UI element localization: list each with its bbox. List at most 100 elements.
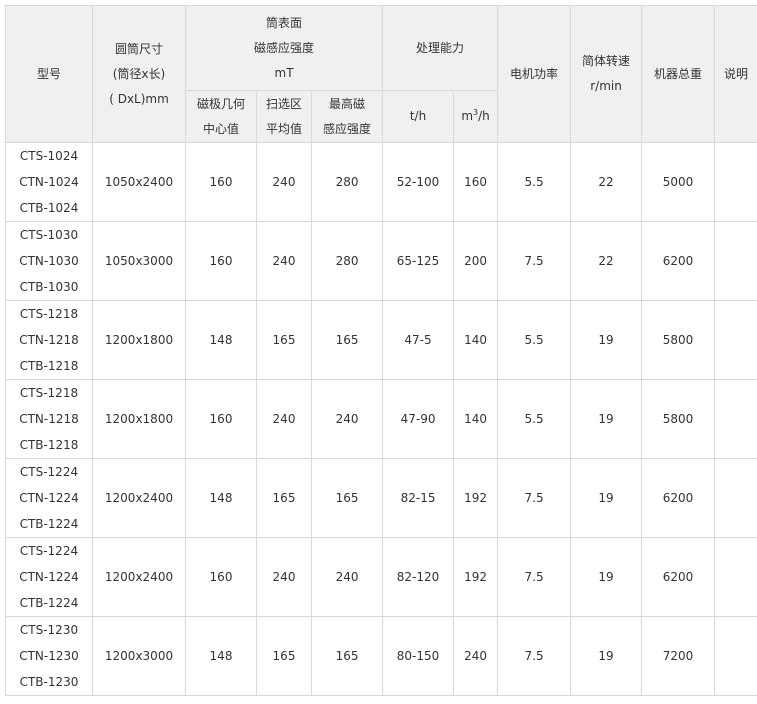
capacity-m3h-cell: 192 (453, 537, 499, 617)
sweep-cell: 165 (256, 616, 312, 696)
table-header: 型号 圆筒尺寸 (筒径x长) ( DxL)mm 筒表面 磁感应强度 mT 处理能… (5, 5, 757, 143)
capacity-th-cell: 47-5 (382, 300, 455, 380)
max-field-cell: 165 (310, 300, 384, 380)
note-cell (714, 142, 757, 222)
capacity-m3h-cell: 140 (453, 379, 499, 459)
capacity-th-cell: 80-150 (382, 616, 455, 696)
capacity-m3h-cell: 140 (453, 300, 499, 380)
weight-cell: 6200 (641, 221, 716, 301)
speed-cell: 19 (570, 616, 643, 696)
speed-cell: 19 (570, 379, 643, 459)
sweep-cell: 240 (256, 379, 312, 459)
table-row: CTS-1218 CTN-1218 CTB-1218 1200x1800 148 1… (5, 300, 757, 380)
header-pole-center: 磁极几何 中心值 (185, 90, 257, 143)
note-cell (714, 616, 757, 696)
capacity-m3h-cell: 240 (453, 616, 499, 696)
spec-table: 型号 圆筒尺寸 (筒径x长) ( DxL)mm 筒表面 磁感应强度 mT 处理能… (5, 5, 757, 696)
pole-cell: 148 (185, 300, 257, 380)
capacity-m3h-cell: 200 (453, 221, 499, 301)
note-cell (714, 537, 757, 617)
header-drum-size: 圆筒尺寸 (筒径x长) ( DxL)mm (92, 5, 186, 143)
table-body: CTS-1024 CTN-1024 CTB-1024 1050x2400 160 2… (5, 142, 757, 696)
model-cell: CTS-1224 CTN-1224 CTB-1224 (5, 537, 93, 617)
power-cell: 5.5 (497, 142, 572, 222)
table-row: CTS-1030 CTN-1030 CTB-1030 1050x3000 160 2… (5, 221, 757, 301)
power-cell: 7.5 (497, 616, 572, 696)
size-cell: 1200x1800 (92, 379, 186, 459)
note-cell (714, 379, 757, 459)
weight-cell: 5800 (641, 379, 716, 459)
model-cell: CTS-1224 CTN-1224 CTB-1224 (5, 458, 93, 538)
header-capacity: 处理能力 (382, 5, 499, 91)
capacity-th-cell: 82-15 (382, 458, 455, 538)
capacity-m3h-cell: 192 (453, 458, 499, 538)
pole-cell: 160 (185, 537, 257, 617)
pole-cell: 160 (185, 221, 257, 301)
header-motor-power: 电机功率 (497, 5, 572, 143)
header-weight: 机器总重 (641, 5, 716, 143)
sweep-cell: 165 (256, 300, 312, 380)
weight-cell: 5000 (641, 142, 716, 222)
capacity-th-cell: 65-125 (382, 221, 455, 301)
header-drum-speed: 简体转速 r/min (570, 5, 643, 143)
power-cell: 7.5 (497, 537, 572, 617)
model-cell: CTS-1030 CTN-1030 CTB-1030 (5, 221, 93, 301)
header-capacity-m3h: m3/h (453, 90, 499, 143)
table-row: CTS-1024 CTN-1024 CTB-1024 1050x2400 160 2… (5, 142, 757, 222)
table-row: CTS-1224 CTN-1224 CTB-1224 1200x2400 148 1… (5, 458, 757, 538)
speed-cell: 19 (570, 458, 643, 538)
sweep-cell: 240 (256, 537, 312, 617)
pole-cell: 160 (185, 142, 257, 222)
speed-cell: 19 (570, 300, 643, 380)
capacity-th-cell: 52-100 (382, 142, 455, 222)
pole-cell: 148 (185, 616, 257, 696)
weight-cell: 5800 (641, 300, 716, 380)
max-field-cell: 280 (310, 142, 384, 222)
sweep-cell: 240 (256, 221, 312, 301)
capacity-th-cell: 82-120 (382, 537, 455, 617)
power-cell: 7.5 (497, 458, 572, 538)
model-cell: CTS-1218 CTN-1218 CTB-1218 (5, 379, 93, 459)
sweep-cell: 165 (256, 458, 312, 538)
pole-cell: 160 (185, 379, 257, 459)
weight-cell: 6200 (641, 458, 716, 538)
note-cell (714, 300, 757, 380)
table-row: CTS-1230 CTN-1230 CTB-1230 1200x3000 148 1… (5, 616, 757, 696)
size-cell: 1200x3000 (92, 616, 186, 696)
max-field-cell: 165 (310, 458, 384, 538)
weight-cell: 7200 (641, 616, 716, 696)
power-cell: 5.5 (497, 379, 572, 459)
max-field-cell: 280 (310, 221, 384, 301)
speed-cell: 22 (570, 221, 643, 301)
header-capacity-th: t/h (382, 90, 455, 143)
max-field-cell: 240 (310, 537, 384, 617)
header-model: 型号 (5, 5, 93, 143)
sweep-cell: 240 (256, 142, 312, 222)
size-cell: 1200x2400 (92, 537, 186, 617)
size-cell: 1050x2400 (92, 142, 186, 222)
capacity-th-cell: 47-90 (382, 379, 455, 459)
note-cell (714, 221, 757, 301)
header-surface-field: 筒表面 磁感应强度 mT (184, 5, 384, 91)
size-cell: 1050x3000 (92, 221, 186, 301)
speed-cell: 22 (570, 142, 643, 222)
note-cell (714, 458, 757, 538)
table-row: CTS-1224 CTN-1224 CTB-1224 1200x2400 160 2… (5, 537, 757, 617)
max-field-cell: 165 (310, 616, 384, 696)
power-cell: 5.5 (497, 300, 572, 380)
power-cell: 7.5 (497, 221, 572, 301)
table-row: CTS-1218 CTN-1218 CTB-1218 1200x1800 160 2… (5, 379, 757, 459)
header-sweep-avg: 扫选区 平均值 (256, 90, 312, 143)
header-max-field: 最高磁 感应强度 (310, 90, 384, 143)
capacity-m3h-cell: 160 (453, 142, 499, 222)
header-note: 说明 (714, 5, 757, 143)
size-cell: 1200x2400 (92, 458, 186, 538)
speed-cell: 19 (570, 537, 643, 617)
pole-cell: 148 (185, 458, 257, 538)
max-field-cell: 240 (310, 379, 384, 459)
size-cell: 1200x1800 (92, 300, 186, 380)
model-cell: CTS-1230 CTN-1230 CTB-1230 (5, 616, 93, 696)
model-cell: CTS-1024 CTN-1024 CTB-1024 (5, 142, 93, 222)
weight-cell: 6200 (641, 537, 716, 617)
model-cell: CTS-1218 CTN-1218 CTB-1218 (5, 300, 93, 380)
